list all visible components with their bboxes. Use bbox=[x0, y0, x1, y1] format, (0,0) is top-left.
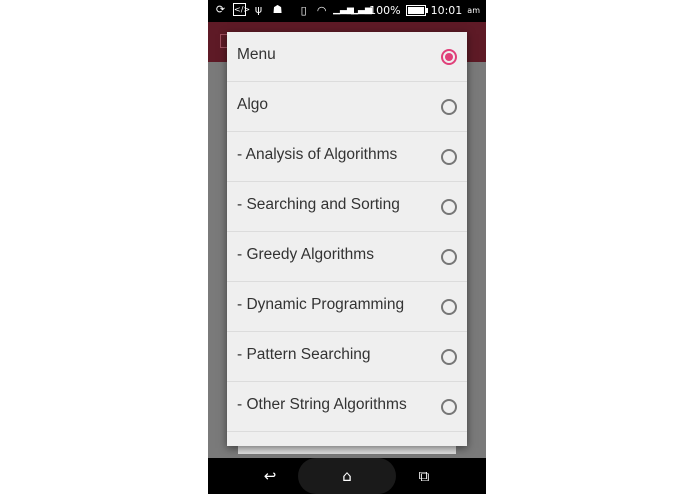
option-label: - Dynamic Programming bbox=[237, 296, 405, 313]
option-menu[interactable]: Menu bbox=[227, 32, 467, 82]
option-label: - Greedy Algorithms bbox=[237, 246, 374, 263]
option-analysis-of-algorithms[interactable]: - Analysis of Algorithms bbox=[227, 132, 467, 182]
selection-dialog: Menu Algo - Analysis of Algorithms - Sea… bbox=[227, 32, 467, 446]
clock-suffix: am bbox=[467, 6, 480, 15]
radio-icon[interactable] bbox=[441, 99, 457, 115]
option-label: - Analysis of Algorithms bbox=[237, 146, 398, 163]
status-bar: ⟳ </> ψ ☗ ▯ ◠ ▁▃▅ ▁▃▅ 100% 10:01 am bbox=[208, 0, 486, 22]
radio-icon[interactable] bbox=[441, 199, 457, 215]
recents-icon[interactable]: ⧉ bbox=[414, 466, 434, 486]
option-label: Menu bbox=[237, 46, 276, 63]
option-dynamic-programming[interactable]: - Dynamic Programming bbox=[227, 282, 467, 332]
radio-icon[interactable] bbox=[441, 299, 457, 315]
home-icon[interactable]: ⌂ bbox=[337, 466, 357, 486]
radio-checked-icon[interactable] bbox=[441, 49, 457, 65]
option-pattern-searching[interactable]: - Pattern Searching bbox=[227, 332, 467, 382]
battery-percent: 100% bbox=[369, 4, 401, 17]
option-other-string-algorithms[interactable]: - Other String Algorithms bbox=[227, 382, 467, 432]
radio-icon[interactable] bbox=[441, 399, 457, 415]
battery-icon bbox=[405, 5, 428, 16]
code-icon: </> bbox=[233, 3, 251, 16]
option-algo[interactable]: Algo bbox=[227, 82, 467, 132]
option-label: - Other String Algorithms bbox=[237, 396, 407, 413]
phone-screen: ⟳ </> ψ ☗ ▯ ◠ ▁▃▅ ▁▃▅ 100% 10:01 am Menu… bbox=[208, 0, 486, 494]
option-label: Algo bbox=[237, 96, 269, 113]
signal-icon: ▁▃▅ bbox=[333, 5, 354, 15]
radio-icon[interactable] bbox=[441, 249, 457, 265]
android-icon: ☗ bbox=[272, 3, 283, 16]
radio-icon[interactable] bbox=[441, 349, 457, 365]
option-searching-and-sorting[interactable]: - Searching and Sorting bbox=[227, 182, 467, 232]
sync-icon: ⟳ bbox=[215, 3, 226, 16]
option-label: - Pattern Searching bbox=[237, 346, 371, 363]
radio-icon[interactable] bbox=[441, 149, 457, 165]
back-icon[interactable]: ↩ bbox=[260, 466, 280, 486]
clock: 10:01 bbox=[430, 4, 463, 17]
option-label: - Searching and Sorting bbox=[237, 196, 400, 213]
option-greedy-algorithms[interactable]: - Greedy Algorithms bbox=[227, 232, 467, 282]
wifi-icon: ◠ bbox=[316, 4, 327, 17]
signal-icon: ▁▃▅ bbox=[351, 5, 372, 15]
usb-icon: ψ bbox=[254, 3, 263, 16]
navigation-bar: ↩ ⌂ ⧉ bbox=[208, 458, 486, 494]
vibrate-icon: ▯ bbox=[300, 4, 307, 17]
background-content-strip bbox=[238, 446, 456, 454]
